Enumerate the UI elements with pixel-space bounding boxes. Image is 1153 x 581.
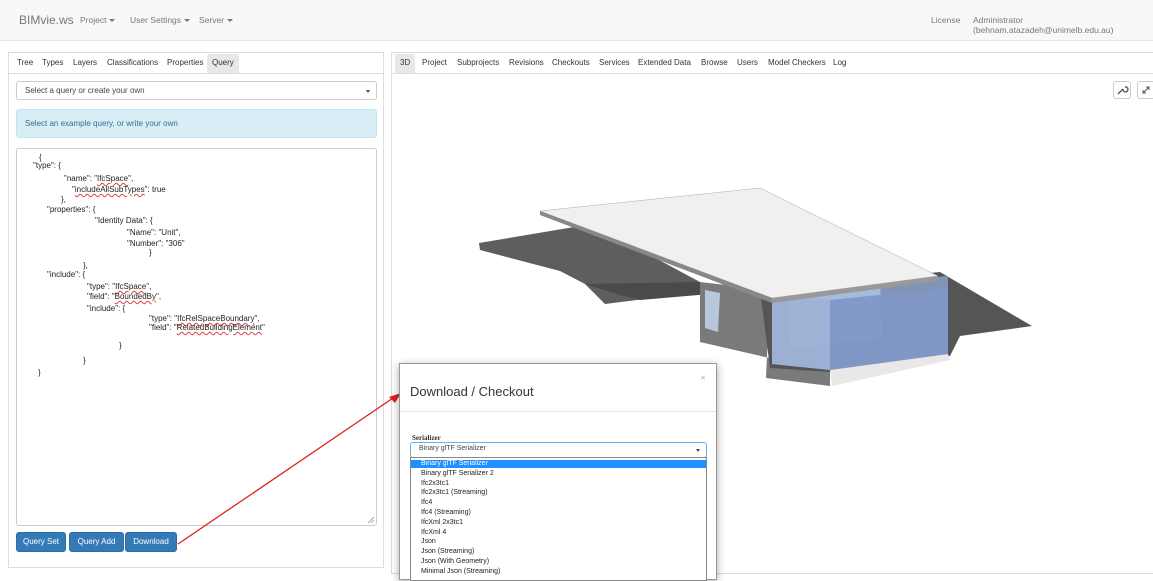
serializer-options-list[interactable]: Binary glTF Serializer Binary glTF Serial… <box>410 457 707 581</box>
serializer-option[interactable]: Ifc4 (Streaming) <box>411 509 706 517</box>
modal-divider <box>400 411 716 412</box>
download-checkout-modal: × Download / Checkout Serializer Binary … <box>399 363 717 581</box>
serializer-option[interactable]: Ifc2x3tc1 <box>411 480 706 488</box>
modal-title: Download / Checkout <box>410 384 534 399</box>
serializer-option[interactable]: IfcXml 2x3tc1 <box>411 519 706 527</box>
serializer-label: Serializer <box>412 434 441 442</box>
serializer-option[interactable]: Ifc4 <box>411 499 706 507</box>
serializer-select-value: Binary glTF Serializer <box>419 445 486 452</box>
serializer-option[interactable]: Binary glTF Serializer 2 <box>411 470 706 478</box>
serializer-option[interactable]: Ifc2x3tc1 (Streaming) <box>411 489 706 497</box>
serializer-option[interactable]: IfcXml 4 <box>411 529 706 537</box>
annotation-arrow-line <box>177 395 397 545</box>
close-icon[interactable]: × <box>700 373 706 384</box>
serializer-option[interactable]: Binary glTF Serializer <box>411 460 706 468</box>
chevron-down-icon <box>696 449 700 452</box>
serializer-select[interactable]: Binary glTF Serializer <box>410 442 707 458</box>
serializer-option[interactable]: Json (Streaming) <box>411 548 706 556</box>
serializer-option[interactable]: Json (With Geometry) <box>411 558 706 566</box>
serializer-option[interactable]: Json <box>411 538 706 546</box>
